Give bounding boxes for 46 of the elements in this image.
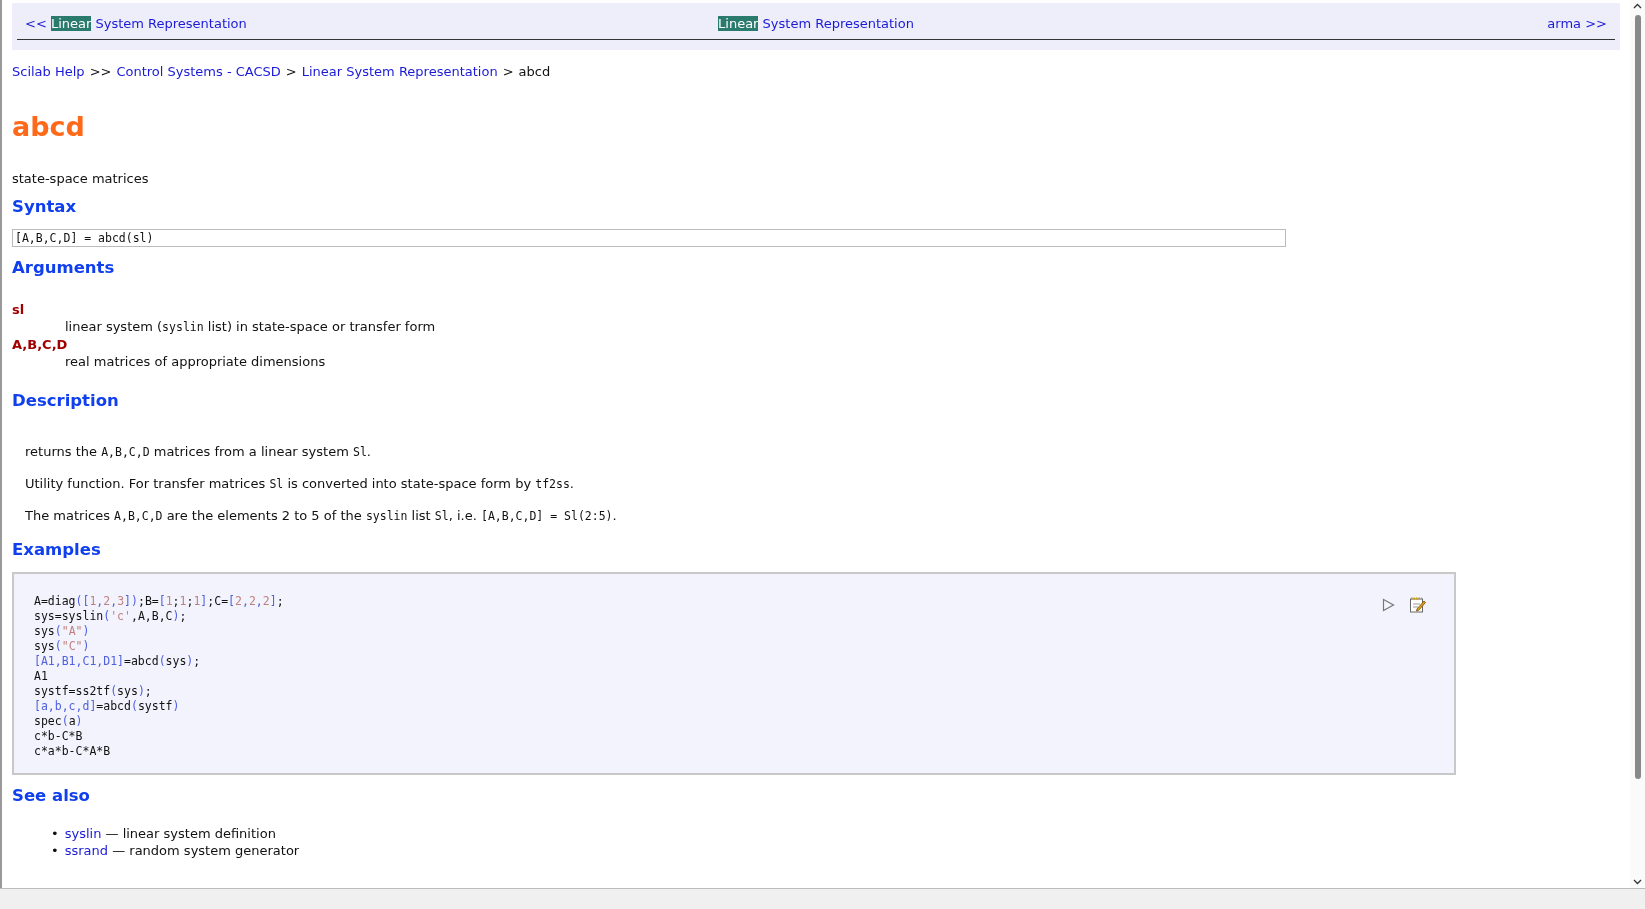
- breadcrumb-text: abcd: [518, 63, 551, 81]
- bullet: •: [51, 826, 59, 841]
- code-line: c*b-C*B: [34, 729, 83, 744]
- breadcrumb-link[interactable]: Control Systems - CACSD: [116, 63, 281, 81]
- nav-link[interactable]: arma >>: [1547, 16, 1607, 31]
- notepad-pencil-icon[interactable]: [1409, 596, 1426, 613]
- see-also-description: — linear system definition: [105, 826, 276, 841]
- page-title: abcd: [12, 111, 86, 143]
- code-line: A1: [34, 669, 48, 684]
- description-paragraph: The matrices A,B,C,D are the elements 2 to 5 of the syslin list Sl, i.e. [A,B,C,D] = Sl(2:5).: [25, 507, 618, 525]
- breadcrumb-text: >: [285, 63, 297, 81]
- see-also-link[interactable]: ssrand: [64, 843, 109, 858]
- scroll-up-icon[interactable]: [1633, 3, 1642, 9]
- argument-term: A,B,C,D: [12, 336, 69, 353]
- description-paragraph: returns the A,B,C,D matrices from a linear system Sl.: [25, 443, 372, 461]
- argument-description: real matrices of appropriate dimensions: [65, 353, 327, 370]
- see-also-description: — random system generator: [112, 843, 300, 858]
- section-heading: Examples: [12, 539, 102, 561]
- code-line: [a,b,c,d]=abcd(systf): [34, 699, 180, 714]
- breadcrumb-link[interactable]: Linear System Representation: [301, 63, 498, 81]
- code-line: c*a*b-C*A*B: [34, 744, 111, 759]
- argument-term: sl: [12, 301, 26, 318]
- code-line: A=diag([1,2,3]);B=[1;1;1];C=[2,2,2];: [34, 594, 284, 609]
- section-heading: Description: [12, 390, 120, 412]
- see-also-link[interactable]: syslin: [64, 826, 102, 841]
- code-line: sys=syslin('c',A,B,C);: [34, 609, 187, 624]
- argument-description: linear system (syslin list) in state-space or transfer form: [65, 318, 437, 336]
- code-line: spec(a): [34, 714, 83, 729]
- scroll-down-icon[interactable]: [1633, 879, 1642, 885]
- section-heading: Syntax: [12, 196, 78, 218]
- code-line: systf=ss2tf(sys);: [34, 684, 152, 699]
- breadcrumb-text: >: [502, 63, 514, 81]
- code-line: sys("C"): [34, 639, 90, 654]
- code-line: sys("A"): [34, 624, 90, 639]
- code-line: [A1,B1,C1,D1]=abcd(sys);: [34, 654, 201, 669]
- breadcrumb-text: >>: [89, 63, 112, 81]
- scrollbar-thumb[interactable]: [1634, 15, 1641, 779]
- syntax-code: [A,B,C,D] = abcd(sl): [12, 229, 1286, 247]
- description-paragraph: Utility function. For transfer matrices Sl is converted into state-space form by tf2ss.: [25, 475, 575, 493]
- bullet: •: [51, 843, 59, 858]
- summary-text: state-space matrices: [12, 171, 150, 186]
- breadcrumb-link[interactable]: Scilab Help: [12, 63, 85, 81]
- section-heading: Arguments: [12, 257, 116, 279]
- vertical-scrollbar[interactable]: [1630, 0, 1645, 888]
- play-icon[interactable]: [1382, 597, 1395, 612]
- section-heading: See also: [12, 785, 91, 807]
